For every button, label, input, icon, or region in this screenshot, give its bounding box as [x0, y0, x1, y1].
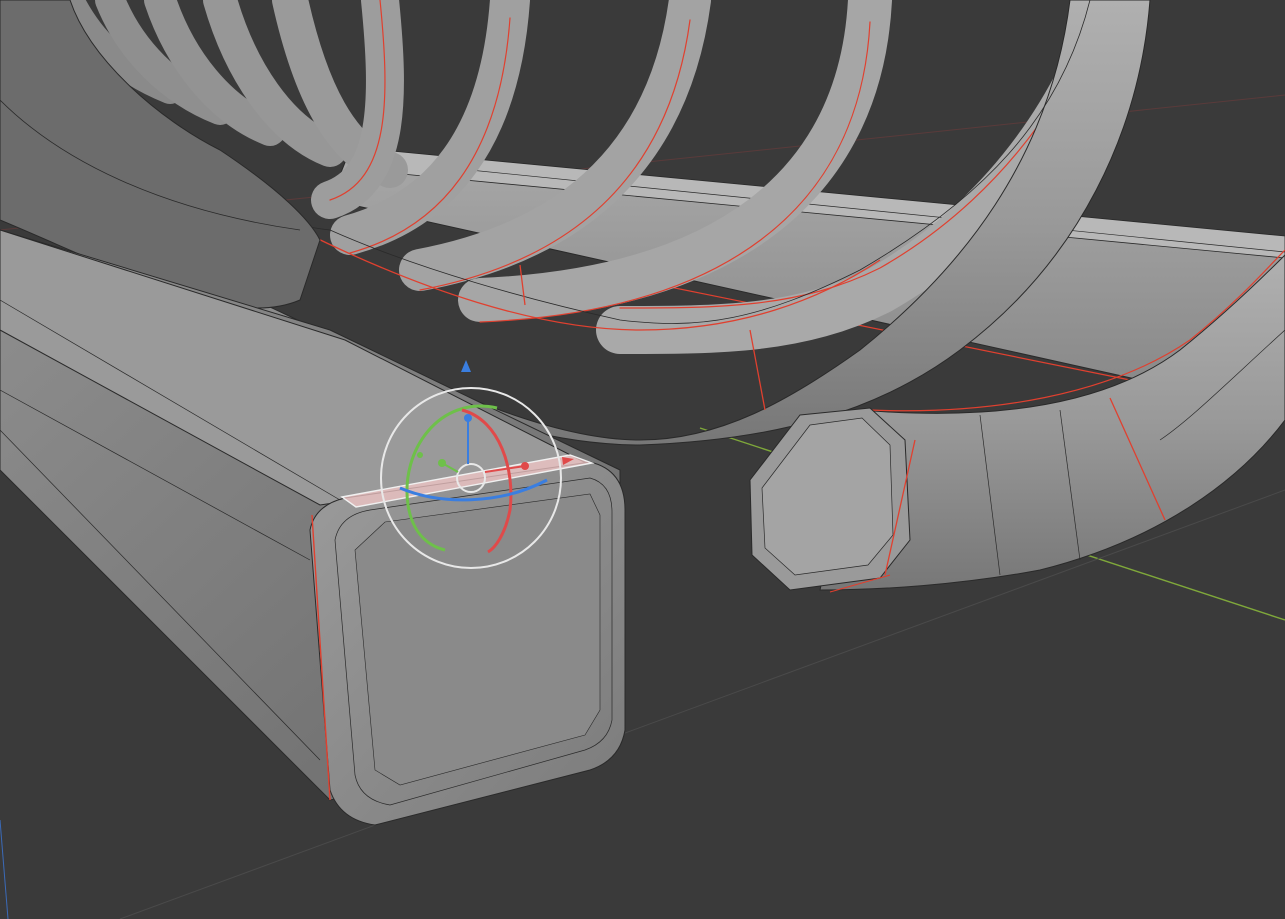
3d-viewport[interactable] [0, 0, 1285, 919]
viewport-scene[interactable] [0, 0, 1285, 919]
front-bar-end-cap[interactable] [309, 461, 626, 826]
